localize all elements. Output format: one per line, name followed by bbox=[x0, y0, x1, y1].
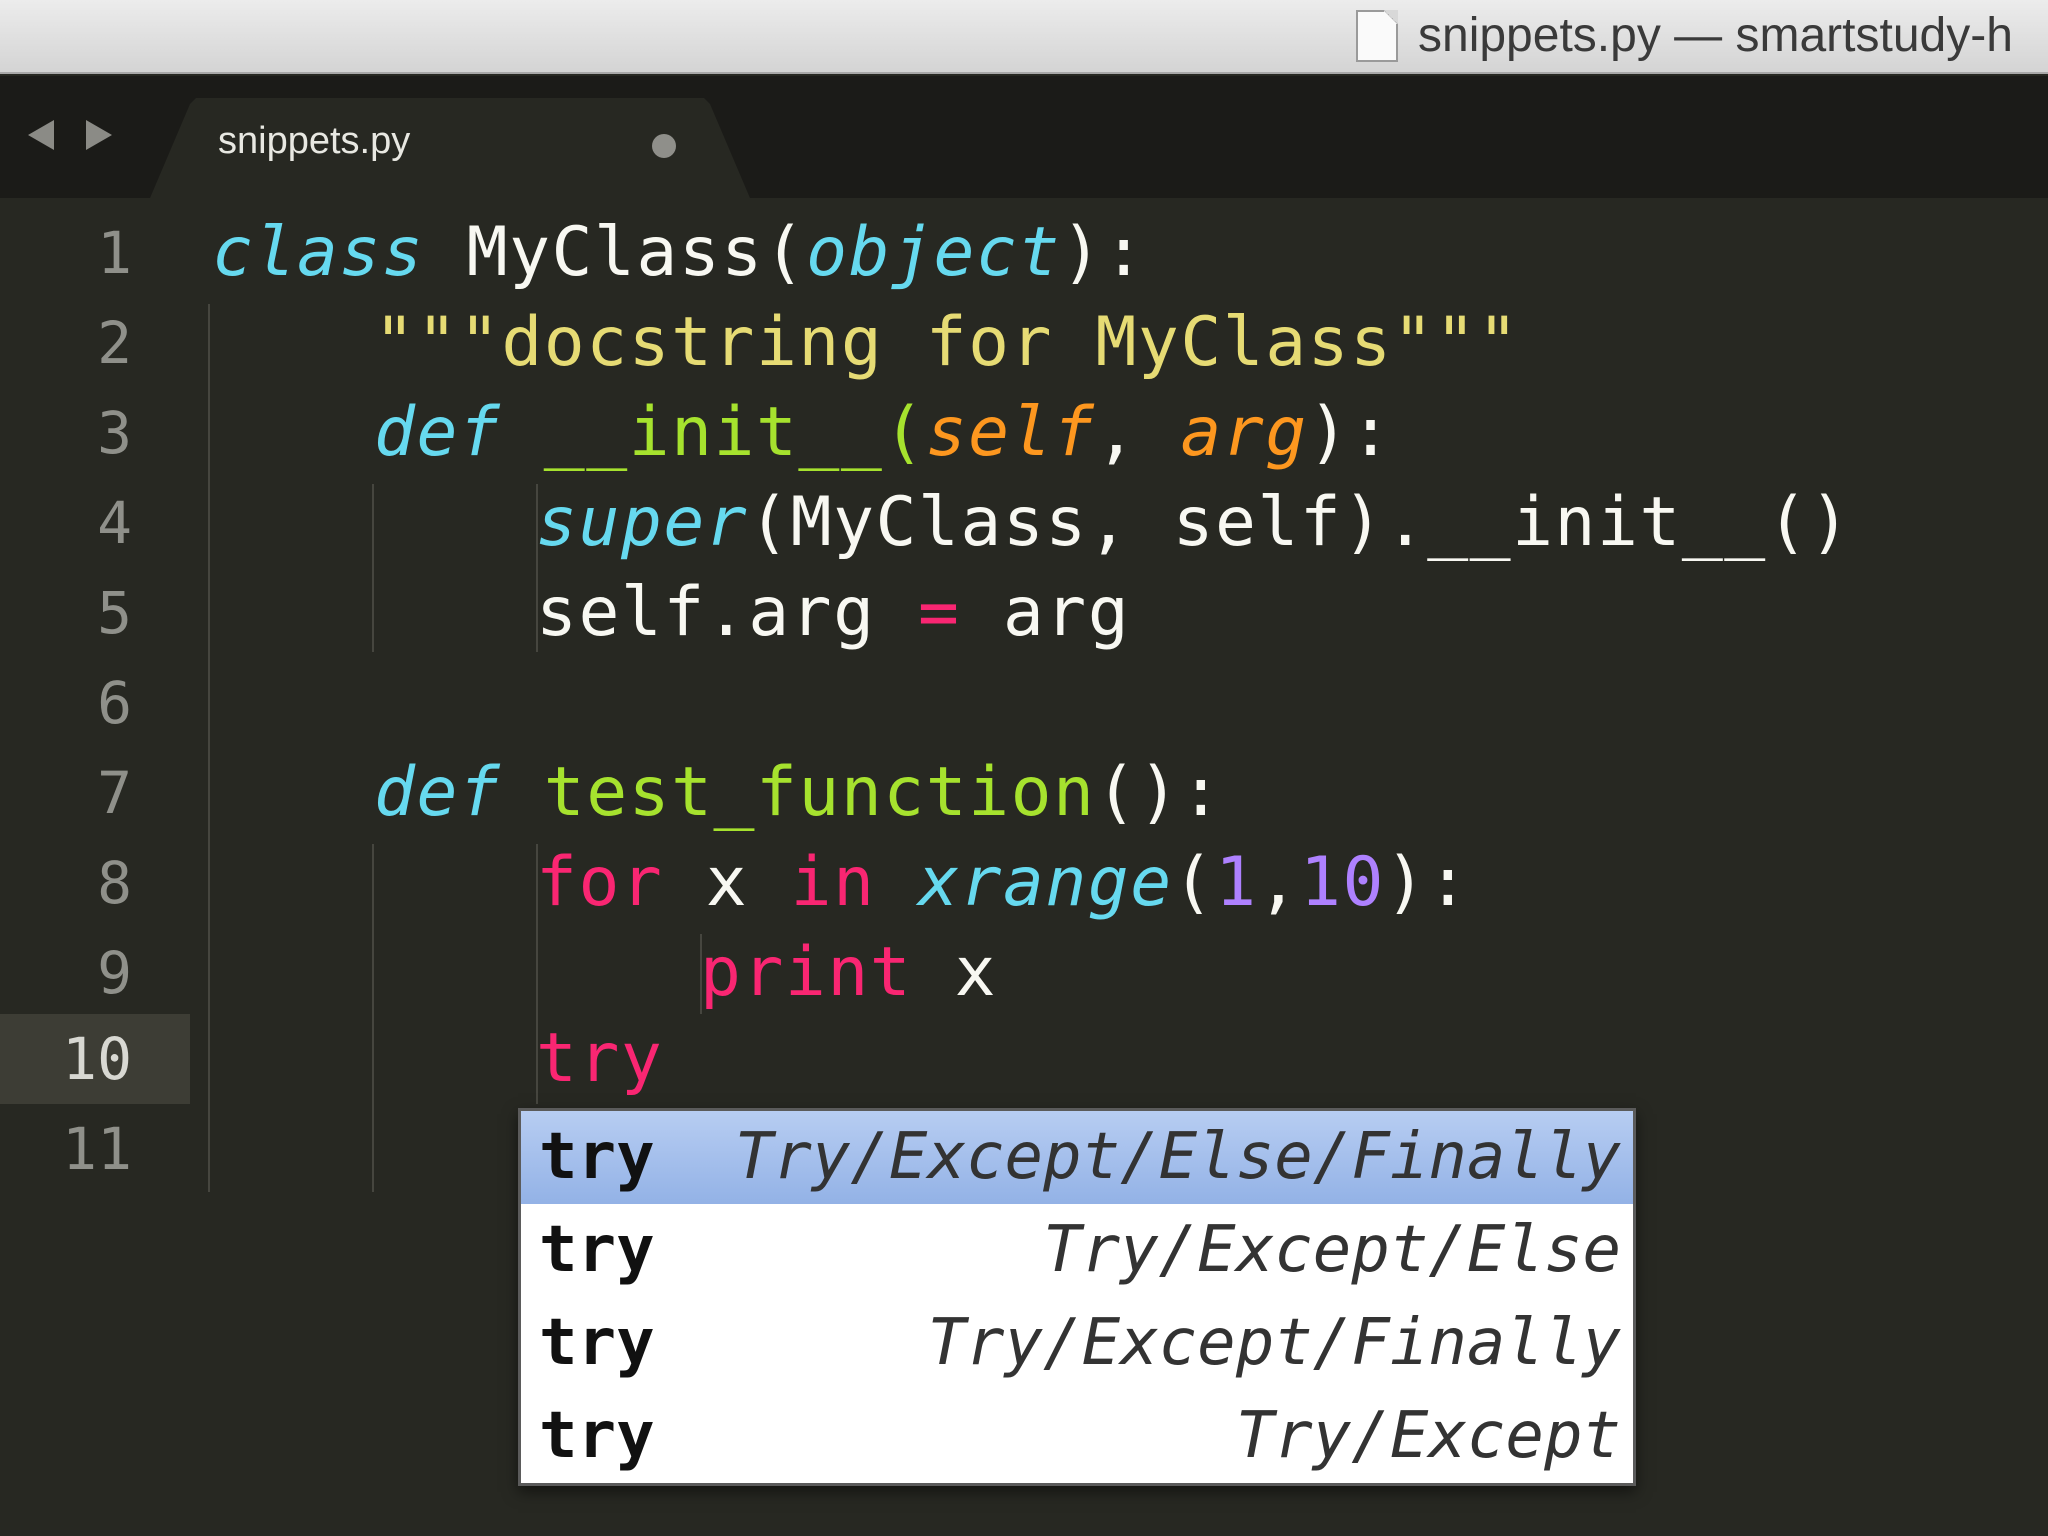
line-number: 9 bbox=[97, 939, 132, 1007]
token-function-name: __init__( bbox=[501, 393, 926, 472]
line-number: 2 bbox=[97, 309, 132, 377]
unsaved-dot-icon[interactable] bbox=[652, 134, 676, 158]
token-punct: ): bbox=[1060, 213, 1146, 292]
autocomplete-item[interactable]: try Try/Except/Else bbox=[521, 1204, 1633, 1297]
token-keyword: class bbox=[212, 213, 425, 292]
autocomplete-item[interactable]: try Try/Except bbox=[521, 1390, 1633, 1483]
line-number: 1 bbox=[97, 219, 132, 287]
tab-label: snippets.py bbox=[218, 120, 411, 162]
autocomplete-item[interactable]: try Try/Except/Finally bbox=[521, 1297, 1633, 1390]
indent-guide bbox=[372, 844, 374, 1192]
token-punct: ): bbox=[1384, 843, 1470, 922]
indent-guide bbox=[208, 304, 210, 1192]
line-number: 8 bbox=[97, 849, 132, 917]
token-function-name: test_function bbox=[543, 753, 1096, 832]
autocomplete-popup: try Try/Except/Else/Finally try Try/Exce… bbox=[518, 1108, 1636, 1486]
code-line-7[interactable]: def test_function(): bbox=[374, 748, 1223, 838]
autocomplete-trigger: try bbox=[539, 1399, 655, 1473]
line-number: 7 bbox=[97, 759, 132, 827]
tab-snippets-py[interactable]: snippets.py bbox=[150, 98, 750, 198]
autocomplete-item-selected[interactable]: try Try/Except/Else/Finally bbox=[521, 1111, 1633, 1204]
token-punct: ( bbox=[1172, 843, 1216, 922]
token-class-name: MyClass( bbox=[424, 213, 807, 292]
line-number: 4 bbox=[97, 489, 132, 557]
token-text: x bbox=[912, 933, 998, 1012]
window-titlebar: snippets.py — smartstudy-h bbox=[0, 0, 2048, 74]
code-line-9[interactable]: print x bbox=[700, 928, 997, 1018]
tab-back-arrow-icon[interactable] bbox=[28, 120, 54, 150]
token-punct: , bbox=[1095, 393, 1181, 472]
token-text: x bbox=[663, 843, 791, 922]
token-keyword: def bbox=[374, 753, 502, 832]
token-parameter: arg bbox=[1180, 393, 1308, 472]
code-line-3[interactable]: def __init__(self, arg): bbox=[374, 388, 1393, 478]
token-operator: = bbox=[917, 573, 961, 652]
autocomplete-description: Try/Except bbox=[1235, 1399, 1621, 1473]
autocomplete-trigger: try bbox=[539, 1120, 655, 1194]
code-line-5[interactable]: self.arg = arg bbox=[536, 568, 1130, 658]
tab-bar: snippets.py bbox=[0, 76, 2048, 198]
indent-guide bbox=[372, 484, 374, 652]
token-text: arg bbox=[960, 573, 1131, 652]
code-line-10[interactable]: try bbox=[536, 1014, 663, 1104]
autocomplete-description: Try/Except/Finally bbox=[927, 1306, 1621, 1380]
code-line-1[interactable]: class MyClass(object): bbox=[212, 208, 1146, 298]
window-title: snippets.py — smartstudy-h bbox=[1418, 9, 2013, 62]
line-number: 11 bbox=[62, 1115, 132, 1183]
line-number-current: 10 bbox=[62, 1025, 132, 1093]
token-docstring: """docstring for MyClass""" bbox=[374, 303, 1520, 382]
autocomplete-trigger: try bbox=[539, 1213, 655, 1287]
token-number: 1 bbox=[1215, 843, 1258, 922]
tab-forward-arrow-icon[interactable] bbox=[86, 120, 112, 150]
token-number: 10 bbox=[1300, 843, 1385, 922]
code-line-2[interactable]: """docstring for MyClass""" bbox=[374, 298, 1520, 388]
autocomplete-trigger: try bbox=[539, 1306, 655, 1380]
token-base-class: object bbox=[806, 213, 1061, 292]
token-keyword: in bbox=[790, 843, 876, 922]
token-keyword: print bbox=[700, 933, 913, 1012]
token-text: self.arg bbox=[536, 573, 918, 652]
code-line-8[interactable]: for x in xrange(1,10): bbox=[536, 838, 1470, 928]
token-keyword: def bbox=[374, 393, 502, 472]
token-punct: (): bbox=[1095, 753, 1223, 832]
token-builtin: super bbox=[536, 483, 749, 562]
token-punct: , bbox=[1257, 843, 1300, 922]
token-keyword: try bbox=[536, 1019, 664, 1098]
token-keyword: for bbox=[536, 843, 664, 922]
code-line-4[interactable]: super(MyClass, self).__init__() bbox=[536, 478, 1852, 568]
token-builtin: xrange bbox=[918, 843, 1173, 922]
line-number: 3 bbox=[97, 399, 132, 467]
autocomplete-description: Try/Except/Else/Finally bbox=[734, 1120, 1621, 1194]
token-parameter: self bbox=[925, 393, 1096, 472]
token-text: (MyClass, self).__init__() bbox=[748, 483, 1852, 562]
document-icon bbox=[1356, 10, 1398, 62]
token-punct: ): bbox=[1307, 393, 1393, 472]
autocomplete-description: Try/Except/Else bbox=[1043, 1213, 1621, 1287]
line-number: 5 bbox=[97, 579, 132, 647]
line-number: 6 bbox=[97, 669, 132, 737]
